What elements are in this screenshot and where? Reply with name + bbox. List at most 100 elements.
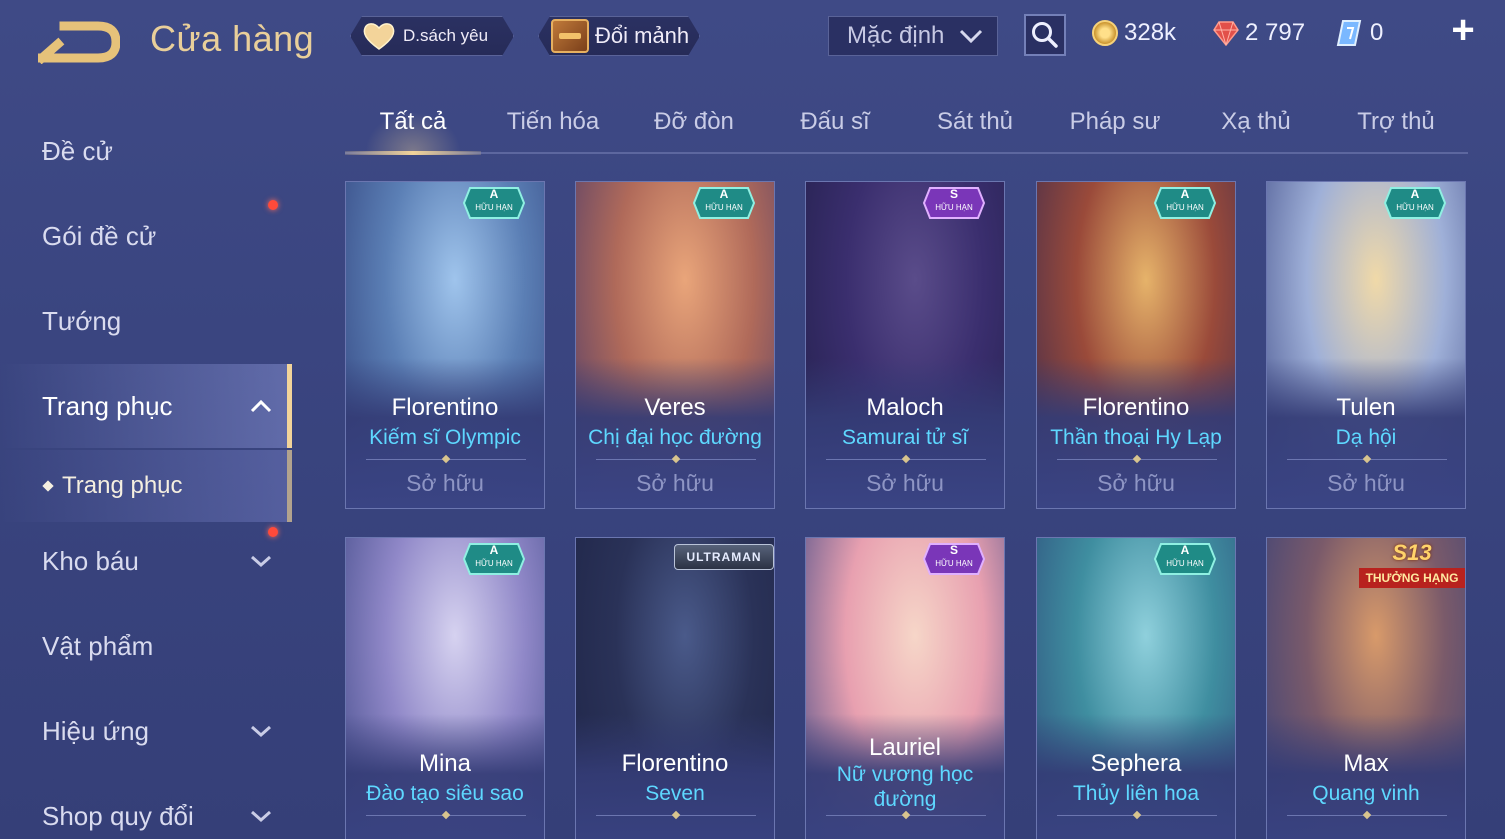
gem-amount: 2 797 xyxy=(1245,19,1306,46)
sidebar-item-label: Tướng xyxy=(42,305,122,336)
owned-status: Sở hữu xyxy=(1097,470,1175,496)
skin-card[interactable]: S13 THƯỞNG HẠNG Max Quang vinh xyxy=(1266,537,1466,839)
gold-balance: 328k xyxy=(1092,16,1176,50)
top-bar: Cửa hàng D.sách yêu Đổi mảnh Mặc định 32… xyxy=(0,0,1505,80)
sidebar-item-label: Hiệu ứng xyxy=(42,715,150,746)
page-title: Cửa hàng xyxy=(150,18,315,59)
skin-name: Thần thoại Hy Lạp xyxy=(1050,426,1222,449)
sidebar-item-label: Kho báu xyxy=(42,545,139,576)
grade-badge: S HỮU HẠN xyxy=(922,542,986,576)
sidebar-item-treasure[interactable]: Kho báu xyxy=(0,522,292,600)
notification-dot xyxy=(268,200,278,210)
skin-name: Dạ hội xyxy=(1335,426,1397,449)
grade-badge: S HỮU HẠN xyxy=(922,186,986,220)
voucher-ticket-icon xyxy=(1336,20,1362,46)
sidebar-item-label: Shop quy đổi xyxy=(42,800,194,831)
tab-fighter[interactable]: Đấu sĩ xyxy=(765,108,905,136)
sort-dropdown[interactable]: Mặc định xyxy=(828,16,998,56)
back-arrow-icon[interactable] xyxy=(35,18,121,65)
ticket-balance: 0 xyxy=(1336,16,1383,50)
sidebar-subitem-label: Trang phục xyxy=(62,472,183,499)
hero-name: Mina xyxy=(418,750,472,777)
gold-coin-icon xyxy=(1092,20,1118,46)
sort-value: Mặc định xyxy=(847,22,945,49)
skin-name: Nữ vương học đường xyxy=(836,763,974,811)
skin-card[interactable]: A HỮU HẠN Tulen Dạ hội Sở hữu xyxy=(1266,181,1466,509)
hero-name: Veres xyxy=(644,394,706,421)
chevron-down-icon xyxy=(959,29,983,43)
gem-balance: 2 797 xyxy=(1213,16,1305,50)
hero-name: Maloch xyxy=(866,394,944,421)
sidebar-item-label: Đề cử xyxy=(42,135,113,166)
hero-name: Florentino xyxy=(621,750,729,777)
collab-badge: ULTRAMAN xyxy=(674,544,774,570)
grade-badge: A HỮU HẠN xyxy=(462,542,526,576)
hero-name: Florentino xyxy=(391,394,499,421)
season-rank-badge: S13 THƯỞNG HẠNG xyxy=(1359,540,1465,592)
search-icon xyxy=(1032,22,1058,48)
tab-support[interactable]: Trợ thủ xyxy=(1326,108,1466,136)
skin-name: Thủy liên hoa xyxy=(1072,782,1200,805)
sidebar-item-heroes[interactable]: Tướng xyxy=(0,282,292,360)
owned-status: Sở hữu xyxy=(866,470,944,496)
hero-name: Max xyxy=(1343,750,1389,777)
heart-icon xyxy=(361,21,397,51)
sidebar-item-label: Trang phục xyxy=(42,390,173,421)
exchange-label: Đổi mảnh xyxy=(595,23,690,48)
sidebar-item-label: Vật phẩm xyxy=(42,630,154,661)
skin-card[interactable]: S HỮU HẠN Lauriel Nữ vương học đường xyxy=(805,537,1005,839)
chevron-down-icon xyxy=(251,725,271,738)
search-button[interactable] xyxy=(1024,14,1066,56)
owned-status: Sở hữu xyxy=(1327,470,1405,496)
grade-badge: A HỮU HẠN xyxy=(1153,542,1217,576)
skin-card[interactable]: A HỮU HẠN Florentino Thần thoại Hy Lạp S… xyxy=(1036,181,1236,509)
tab-mage[interactable]: Pháp sư xyxy=(1045,108,1185,136)
ticket-amount: 0 xyxy=(1370,19,1384,46)
skin-name: Seven xyxy=(645,782,705,805)
add-currency-button[interactable]: + xyxy=(1446,10,1480,50)
chevron-up-icon xyxy=(250,399,272,413)
skin-card[interactable]: S HỮU HẠN Maloch Samurai tử sĩ Sở hữu xyxy=(805,181,1005,509)
hero-name: Sephera xyxy=(1090,750,1182,777)
skin-card[interactable]: ULTRAMAN Florentino Seven xyxy=(575,537,775,839)
tab-evolution[interactable]: Tiến hóa xyxy=(483,108,623,136)
sidebar: Đề cử Gói đề cử Tướng Trang phục Trang p… xyxy=(0,100,292,839)
skin-card[interactable]: A HỮU HẠN Mina Đào tạo siêu sao xyxy=(345,537,545,839)
exchange-fragments-button[interactable]: Đổi mảnh xyxy=(538,16,700,56)
sidebar-item-recommended-bundles[interactable]: Gói đề cử xyxy=(0,197,292,275)
sidebar-item-exchange-shop[interactable]: Shop quy đổi xyxy=(0,777,292,839)
sidebar-item-label: Gói đề cử xyxy=(42,220,157,251)
active-tab-underline xyxy=(345,151,481,155)
gold-amount: 328k xyxy=(1124,19,1177,46)
chevron-down-icon xyxy=(251,810,271,823)
sidebar-item-effects[interactable]: Hiệu ứng xyxy=(0,692,292,770)
owned-status: Sở hữu xyxy=(636,470,714,496)
skin-grid: A HỮU HẠN Florentino Kiếm sĩ Olympic Sở … xyxy=(345,181,1468,839)
tab-tank[interactable]: Đỡ đòn xyxy=(624,108,764,136)
skin-card[interactable]: A HỮU HẠN Florentino Kiếm sĩ Olympic Sở … xyxy=(345,181,545,509)
skin-name: Samurai tử sĩ xyxy=(841,426,969,449)
skin-name: Kiếm sĩ Olympic xyxy=(369,426,521,449)
sidebar-item-recommended[interactable]: Đề cử xyxy=(0,112,292,190)
bullet-diamond-icon xyxy=(42,480,54,492)
skin-card[interactable]: A HỮU HẠN Sephera Thủy liên hoa xyxy=(1036,537,1236,839)
hero-name: Florentino xyxy=(1082,394,1190,421)
sidebar-subitem-skins[interactable]: Trang phục xyxy=(0,450,292,522)
skin-name: Đào tạo siêu sao xyxy=(366,782,524,805)
skin-name: Quang vinh xyxy=(1312,782,1420,805)
ruby-gem-icon xyxy=(1213,21,1239,46)
favorites-button[interactable]: D.sách yêu xyxy=(350,16,514,56)
skin-card[interactable]: A HỮU HẠN Veres Chị đại học đường Sở hữu xyxy=(575,181,775,509)
grade-badge: A HỮU HẠN xyxy=(692,186,756,220)
chevron-down-icon xyxy=(251,555,271,568)
treasure-chest-icon xyxy=(551,19,589,53)
tab-all[interactable]: Tất cả xyxy=(343,108,483,136)
category-tabs: Tất cả Tiến hóa Đỡ đòn Đấu sĩ Sát thủ Ph… xyxy=(343,96,1468,155)
sidebar-item-items[interactable]: Vật phẩm xyxy=(0,607,292,685)
tab-marksman[interactable]: Xạ thủ xyxy=(1186,108,1326,136)
sidebar-item-skins[interactable]: Trang phục xyxy=(0,364,292,448)
tab-assassin[interactable]: Sát thủ xyxy=(905,108,1045,136)
favorites-label: D.sách yêu xyxy=(403,26,489,45)
grade-badge: A HỮU HẠN xyxy=(1153,186,1217,220)
grade-badge: A HỮU HẠN xyxy=(462,186,526,220)
